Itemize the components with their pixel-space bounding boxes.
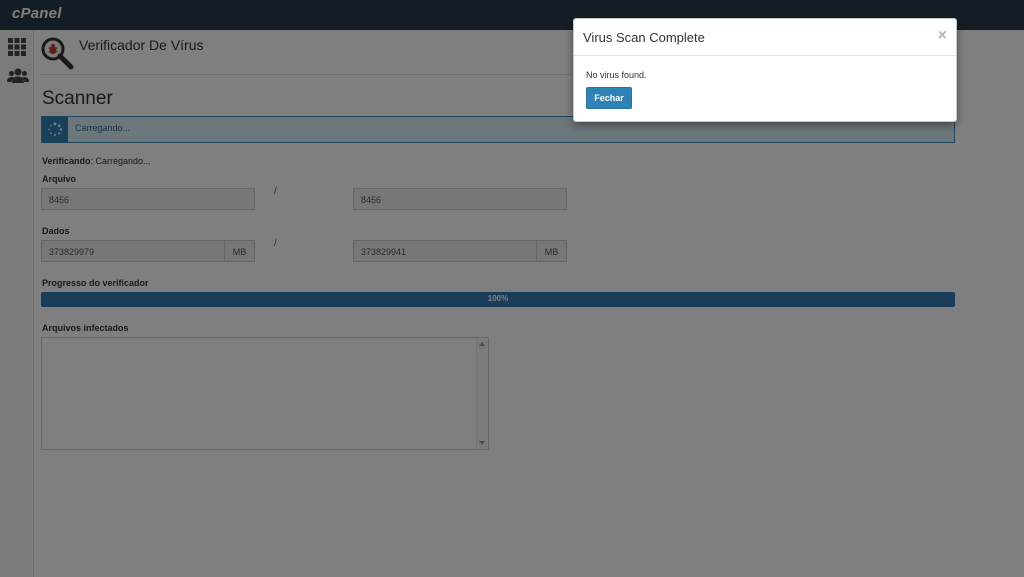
dialog-message: No virus found. bbox=[586, 70, 647, 80]
close-icon[interactable]: × bbox=[938, 27, 947, 45]
close-button[interactable]: Fechar bbox=[586, 87, 632, 109]
scan-complete-dialog: Virus Scan Complete × No virus found. Fe… bbox=[573, 18, 957, 122]
dialog-header: Virus Scan Complete × bbox=[574, 19, 956, 56]
dialog-title: Virus Scan Complete bbox=[583, 30, 705, 45]
